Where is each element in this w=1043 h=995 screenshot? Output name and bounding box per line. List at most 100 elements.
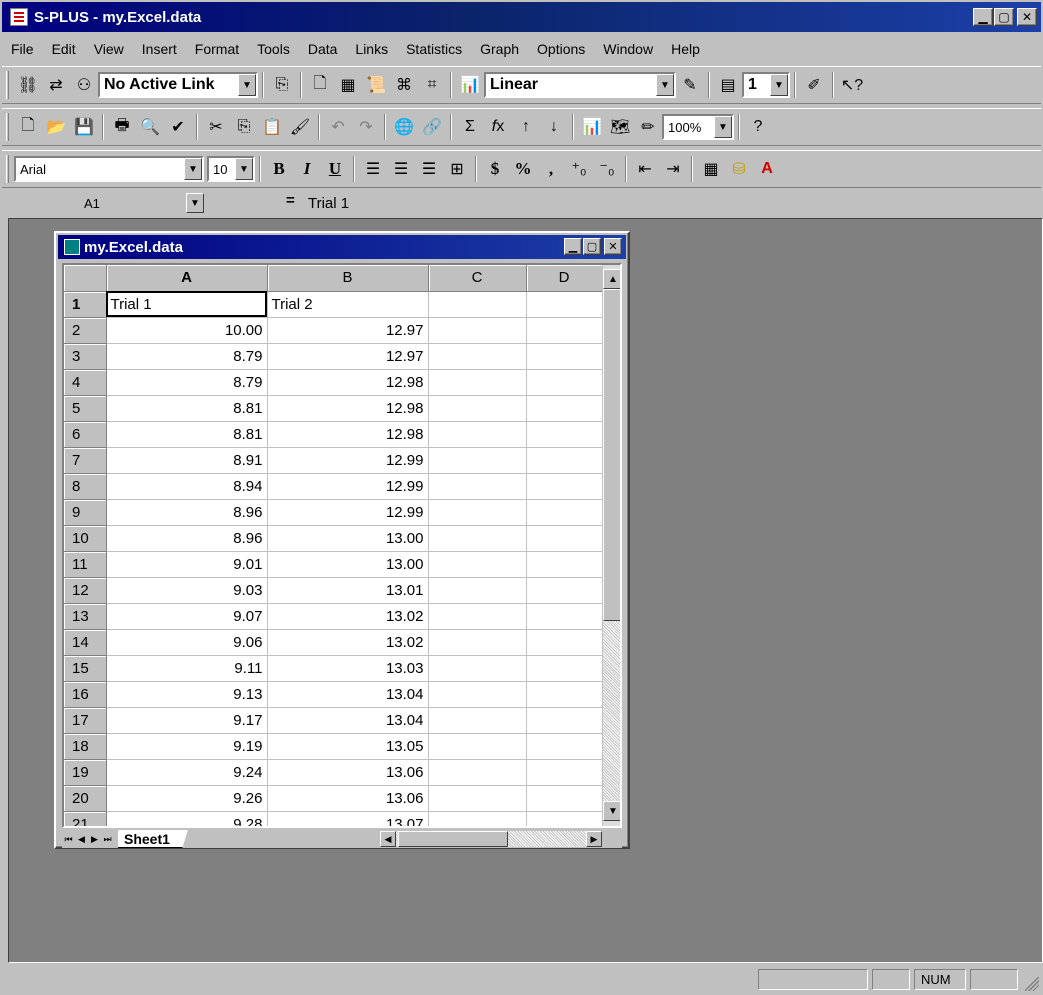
new-icon[interactable]: 🗋 (15, 114, 41, 140)
office-assistant-icon[interactable]: ? (745, 114, 771, 140)
cell-a[interactable]: 10.00 (106, 317, 268, 344)
cell-b[interactable]: 13.06 (267, 759, 429, 786)
percent-button[interactable]: % (510, 156, 536, 182)
row-header[interactable]: 10 (64, 525, 107, 552)
cell-d[interactable] (526, 525, 603, 552)
maximize-button[interactable]: ▢ (583, 238, 601, 255)
cell-b[interactable]: 12.98 (267, 395, 429, 422)
row-header[interactable]: 9 (64, 499, 107, 526)
next-sheet-icon[interactable]: ▶ (88, 831, 101, 847)
object-explorer-icon[interactable]: ⎘ (269, 72, 295, 98)
row-header[interactable]: 20 (64, 785, 107, 812)
paste-icon[interactable]: 📋 (259, 114, 285, 140)
menu-tools[interactable]: Tools (248, 41, 299, 57)
menu-options[interactable]: Options (528, 41, 594, 57)
column-header-b[interactable]: B (267, 265, 429, 292)
currency-button[interactable]: $ (482, 156, 508, 182)
copy-icon[interactable]: ⎘ (231, 114, 257, 140)
column-header-a[interactable]: A (106, 265, 268, 292)
horizontal-scrollbar[interactable]: ◀ ▶ (380, 831, 602, 847)
increase-decimal-icon[interactable]: ⁺₀ (566, 156, 592, 182)
cell-c[interactable] (428, 759, 527, 786)
cell-b[interactable]: 13.04 (267, 707, 429, 734)
increase-indent-icon[interactable]: ⇥ (660, 156, 686, 182)
spelling-icon[interactable]: ✔ (165, 114, 191, 140)
font-color-icon[interactable]: A (754, 156, 780, 182)
cell-d[interactable] (526, 681, 603, 708)
italic-button[interactable]: I (294, 156, 320, 182)
cell-c[interactable] (428, 655, 527, 682)
cell-c[interactable] (428, 343, 527, 370)
cell-b[interactable]: 12.98 (267, 421, 429, 448)
first-sheet-icon[interactable]: ⏮ (62, 831, 75, 847)
cell-a[interactable]: 9.26 (106, 785, 268, 812)
chevron-down-icon[interactable]: ▼ (184, 158, 202, 180)
cell-b[interactable]: 13.05 (267, 733, 429, 760)
cell-d[interactable] (526, 577, 603, 604)
row-header[interactable]: 4 (64, 369, 107, 396)
cell-a[interactable]: 9.07 (106, 603, 268, 630)
cell-d[interactable] (526, 421, 603, 448)
scroll-left-icon[interactable]: ◀ (380, 831, 396, 847)
cell-d[interactable] (526, 785, 603, 812)
select-all-corner[interactable] (64, 265, 107, 292)
scroll-up-icon[interactable]: ▲ (603, 269, 620, 289)
maximize-button[interactable]: ▢ (994, 8, 1014, 26)
undo-icon[interactable]: ↶ (325, 114, 351, 140)
row-header[interactable]: 1 (64, 291, 107, 318)
workbook-title-bar[interactable]: my.Excel.data ▁ ▢ ✕ (58, 235, 626, 259)
menu-help[interactable]: Help (662, 41, 709, 57)
app-icon[interactable] (10, 8, 28, 26)
cell-c[interactable] (428, 577, 527, 604)
cell-b[interactable]: 13.02 (267, 603, 429, 630)
cell-a[interactable]: 8.94 (106, 473, 268, 500)
cell-a[interactable]: 9.13 (106, 681, 268, 708)
close-button[interactable]: ✕ (604, 238, 622, 255)
cell-d[interactable] (526, 447, 603, 474)
chevron-down-icon[interactable]: ▼ (770, 74, 788, 96)
cell-d[interactable] (526, 811, 603, 826)
merge-center-icon[interactable]: ⊞ (444, 156, 470, 182)
cell-d[interactable] (526, 707, 603, 734)
bold-button[interactable]: B (266, 156, 292, 182)
row-header[interactable]: 8 (64, 473, 107, 500)
decrease-decimal-icon[interactable]: ⁻₀ (594, 156, 620, 182)
minimize-button[interactable]: ▁ (564, 238, 582, 255)
resize-grip[interactable] (1025, 977, 1039, 991)
open-folder-icon[interactable]: 📂 (43, 114, 69, 140)
toolbar-grip[interactable] (6, 113, 9, 141)
zoom-combo[interactable]: 100% ▼ (662, 114, 734, 140)
cell-b[interactable]: 12.97 (267, 343, 429, 370)
cell-a[interactable]: 9.17 (106, 707, 268, 734)
cell-c[interactable] (428, 629, 527, 656)
cell-d[interactable] (526, 369, 603, 396)
cell-c[interactable] (428, 447, 527, 474)
cell-a[interactable]: 8.81 (106, 395, 268, 422)
redo-icon[interactable]: ↷ (353, 114, 379, 140)
link-update-icon[interactable]: ⇄ (43, 72, 69, 98)
menu-data[interactable]: Data (299, 41, 347, 57)
print-preview-icon[interactable]: 🔍 (137, 114, 163, 140)
link-icon[interactable]: ⛓ (15, 72, 41, 98)
save-icon[interactable]: 💾 (71, 114, 97, 140)
cell-b[interactable]: 13.04 (267, 681, 429, 708)
cell-b[interactable]: 13.00 (267, 525, 429, 552)
row-header[interactable]: 21 (64, 811, 107, 826)
active-link-combo[interactable]: No Active Link ▼ (98, 72, 258, 98)
cell-c[interactable] (428, 603, 527, 630)
cell-b[interactable]: 13.02 (267, 629, 429, 656)
print-icon[interactable]: 🖶 (109, 114, 135, 140)
row-header[interactable]: 11 (64, 551, 107, 578)
decrease-indent-icon[interactable]: ⇤ (632, 156, 658, 182)
menu-graph[interactable]: Graph (471, 41, 528, 57)
hyperlink-icon[interactable]: 🔗 (419, 114, 445, 140)
name-box[interactable]: A1 ▼ (8, 192, 204, 214)
cell-b[interactable]: 13.01 (267, 577, 429, 604)
web-globe-icon[interactable]: 🌐 (391, 114, 417, 140)
menu-format[interactable]: Format (186, 41, 248, 57)
cell-c[interactable] (428, 395, 527, 422)
commands-icon[interactable]: ⌘ (391, 72, 417, 98)
autosum-icon[interactable]: Σ (457, 114, 483, 140)
sort-descending-icon[interactable]: ↓ (541, 114, 567, 140)
format-painter-icon[interactable]: 🖌 (287, 114, 313, 140)
